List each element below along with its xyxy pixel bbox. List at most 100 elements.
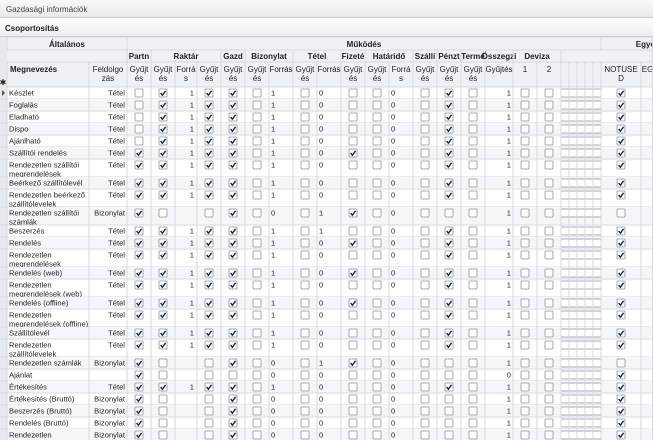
checkbox[interactable] xyxy=(348,250,358,260)
column-header-2[interactable]: és xyxy=(135,74,143,83)
checkbox[interactable] xyxy=(616,268,626,278)
checkbox[interactable] xyxy=(420,328,430,338)
checkbox[interactable] xyxy=(544,238,554,248)
checkbox[interactable] xyxy=(204,328,214,338)
checkbox[interactable] xyxy=(300,88,310,98)
column-header-13[interactable]: Forrá xyxy=(391,65,411,74)
checkbox[interactable] xyxy=(468,148,478,158)
checkbox[interactable] xyxy=(584,100,594,110)
checkbox[interactable] xyxy=(252,268,262,278)
checkbox[interactable] xyxy=(300,190,310,200)
checkbox[interactable] xyxy=(560,88,570,98)
checkbox[interactable] xyxy=(252,208,262,218)
checkbox[interactable] xyxy=(134,340,144,350)
checkbox[interactable] xyxy=(568,190,578,200)
column-header-10[interactable]: Forrás xyxy=(317,65,340,74)
checkbox[interactable] xyxy=(204,250,214,260)
checkbox[interactable] xyxy=(444,328,454,338)
checkbox[interactable] xyxy=(300,250,310,260)
checkbox[interactable] xyxy=(300,418,310,428)
column-header-7[interactable]: Gyűjt xyxy=(248,65,267,74)
checkbox[interactable] xyxy=(372,136,382,146)
checkbox[interactable] xyxy=(420,190,430,200)
checkbox[interactable] xyxy=(134,382,144,392)
checkbox[interactable] xyxy=(228,280,238,290)
checkbox[interactable] xyxy=(300,340,310,350)
column-header-12[interactable]: és xyxy=(373,74,381,83)
checkbox[interactable] xyxy=(560,148,570,158)
checkbox[interactable] xyxy=(204,160,214,170)
checkbox[interactable] xyxy=(568,328,578,338)
checkbox[interactable] xyxy=(544,88,554,98)
checkbox[interactable] xyxy=(584,340,594,350)
checkbox[interactable] xyxy=(204,298,214,308)
checkbox[interactable] xyxy=(158,430,168,440)
checkbox[interactable] xyxy=(520,280,530,290)
checkbox[interactable] xyxy=(158,112,168,122)
checkbox[interactable] xyxy=(372,406,382,416)
checkbox[interactable] xyxy=(584,394,594,404)
checkbox[interactable] xyxy=(576,310,586,320)
checkbox[interactable] xyxy=(560,208,570,218)
checkbox[interactable] xyxy=(420,298,430,308)
checkbox[interactable] xyxy=(576,226,586,236)
checkbox[interactable] xyxy=(592,430,602,440)
checkbox[interactable] xyxy=(228,382,238,392)
checkbox[interactable] xyxy=(300,208,310,218)
checkbox[interactable] xyxy=(158,382,168,392)
checkbox[interactable] xyxy=(560,268,570,278)
column-header-3[interactable]: Gyűjt xyxy=(154,65,173,74)
checkbox[interactable] xyxy=(444,340,454,350)
checkbox[interactable] xyxy=(560,190,570,200)
checkbox[interactable] xyxy=(204,394,214,404)
checkbox[interactable] xyxy=(520,226,530,236)
checkbox[interactable] xyxy=(568,358,578,368)
checkbox[interactable] xyxy=(348,280,358,290)
checkbox[interactable] xyxy=(616,124,626,134)
checkbox[interactable] xyxy=(520,124,530,134)
checkbox[interactable] xyxy=(560,160,570,170)
checkbox[interactable] xyxy=(372,310,382,320)
checkbox[interactable] xyxy=(348,88,358,98)
column-header-25[interactable]: NOTUSE xyxy=(604,65,637,74)
checkbox[interactable] xyxy=(468,340,478,350)
checkbox[interactable] xyxy=(616,280,626,290)
checkbox[interactable] xyxy=(568,406,578,416)
checkbox[interactable] xyxy=(204,418,214,428)
checkbox[interactable] xyxy=(300,298,310,308)
checkbox[interactable] xyxy=(372,208,382,218)
checkbox[interactable] xyxy=(468,280,478,290)
checkbox[interactable] xyxy=(372,148,382,158)
checkbox[interactable] xyxy=(348,148,358,158)
checkbox[interactable] xyxy=(576,136,586,146)
checkbox[interactable] xyxy=(158,88,168,98)
checkbox[interactable] xyxy=(252,418,262,428)
checkbox[interactable] xyxy=(134,100,144,110)
checkbox[interactable] xyxy=(134,298,144,308)
checkbox[interactable] xyxy=(300,358,310,368)
checkbox[interactable] xyxy=(616,310,626,320)
checkbox[interactable] xyxy=(372,430,382,440)
checkbox[interactable] xyxy=(348,208,358,218)
checkbox[interactable] xyxy=(616,250,626,260)
checkbox[interactable] xyxy=(444,382,454,392)
column-header-15[interactable]: Gyűjt xyxy=(440,65,459,74)
checkbox[interactable] xyxy=(300,238,310,248)
checkbox[interactable] xyxy=(300,394,310,404)
checkbox[interactable] xyxy=(560,250,570,260)
checkbox[interactable] xyxy=(544,310,554,320)
checkbox[interactable] xyxy=(592,328,602,338)
checkbox[interactable] xyxy=(592,208,602,218)
checkbox[interactable] xyxy=(592,238,602,248)
checkbox[interactable] xyxy=(468,382,478,392)
checkbox[interactable] xyxy=(592,178,602,188)
checkbox[interactable] xyxy=(372,382,382,392)
checkbox[interactable] xyxy=(616,88,626,98)
checkbox[interactable] xyxy=(544,190,554,200)
checkbox[interactable] xyxy=(348,418,358,428)
checkbox[interactable] xyxy=(300,280,310,290)
checkbox[interactable] xyxy=(228,100,238,110)
checkbox[interactable] xyxy=(252,136,262,146)
checkbox[interactable] xyxy=(134,268,144,278)
checkbox[interactable] xyxy=(134,226,144,236)
